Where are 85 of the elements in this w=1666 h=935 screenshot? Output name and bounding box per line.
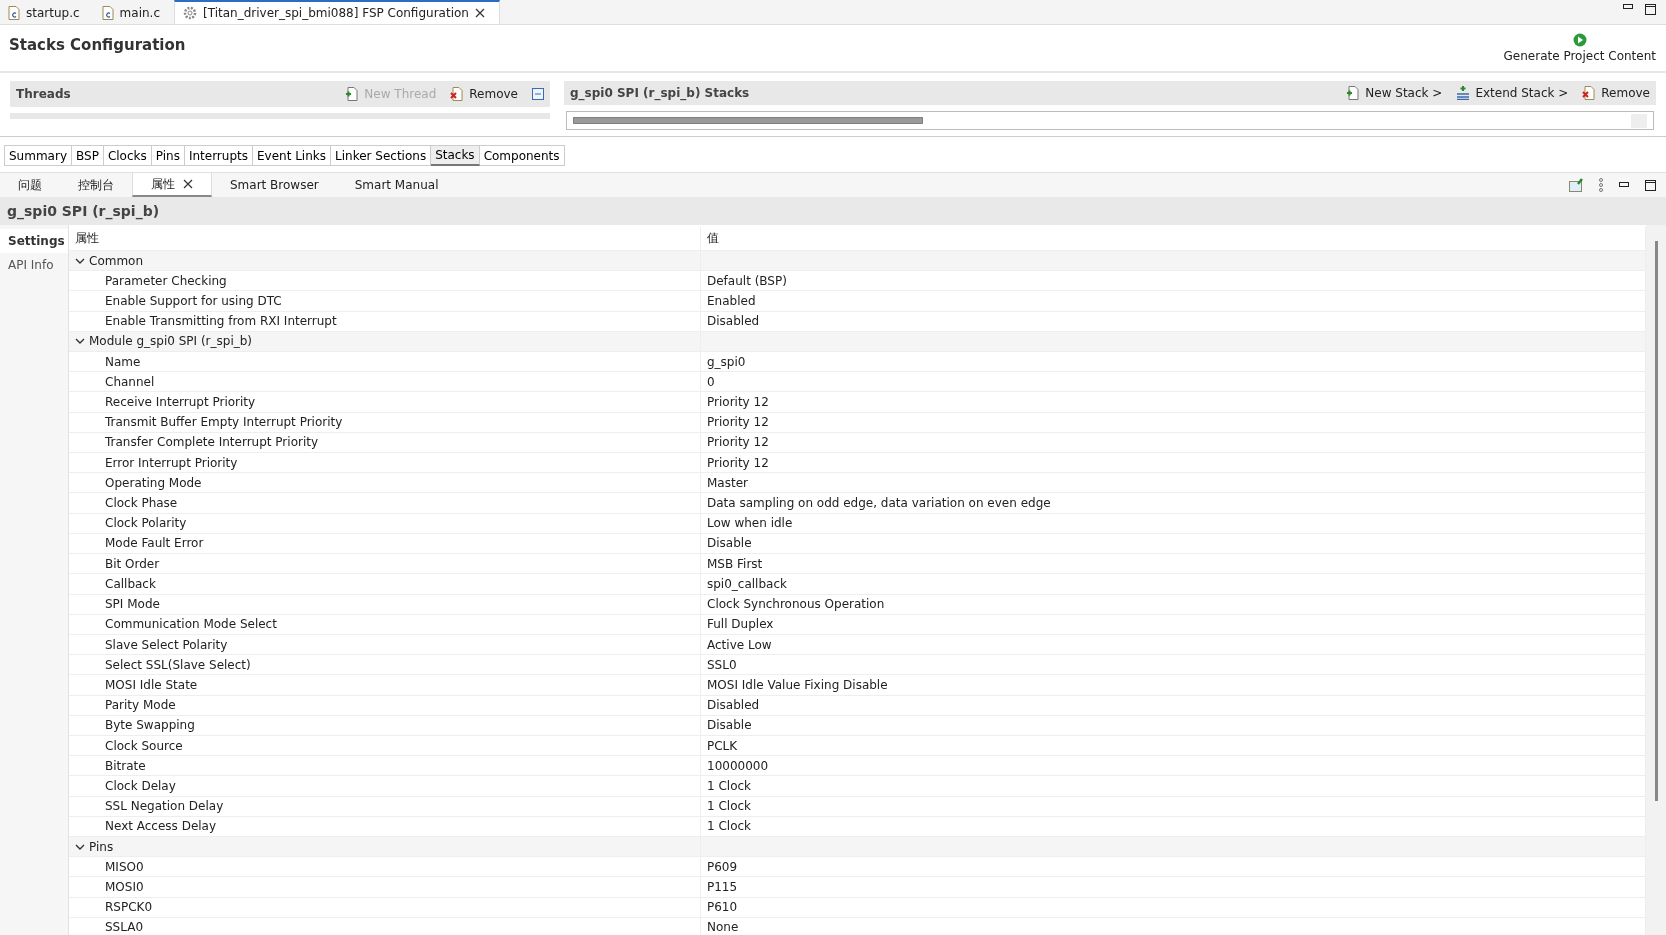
view-tab[interactable]: Smart Manual [336,173,457,197]
side-tab[interactable]: Settings [0,229,68,253]
property-cell: Channel [69,372,701,392]
view-tab[interactable]: 控制台 [60,173,132,197]
view-tab[interactable]: 属性 [132,173,212,197]
scrollbar-icon [1631,113,1647,128]
config-tab[interactable]: Summary [4,145,72,166]
stack-block[interactable] [573,117,923,125]
property-cell: Parameter Checking [69,271,701,291]
property-cell: Mode Fault Error [69,533,701,554]
property-cell: MISO0 [69,857,701,877]
pin-window-icon[interactable] [1569,178,1583,192]
toolbar-button[interactable]: Extend Stack > [1456,86,1569,101]
column-header[interactable]: 属性 [69,227,701,251]
new-document-icon [1346,86,1361,101]
property-cell: Clock Delay [69,776,701,796]
editor-tab[interactable]: main.c [93,0,174,24]
config-tab[interactable]: Clocks [103,145,152,166]
property-cell: MOSI0 [69,877,701,897]
side-tab[interactable]: API Info [0,253,68,277]
property-cell: Parity Mode [69,695,701,715]
property-cell: Name [69,352,701,372]
group-label: Common [89,253,144,268]
config-tab[interactable]: Pins [151,145,185,166]
c-file-icon [8,6,20,20]
group-label: Pins [89,839,114,854]
toolbar-button[interactable]: Remove [450,87,518,101]
editor-tab[interactable]: startup.c [0,0,94,24]
maximize-icon[interactable] [1645,4,1656,15]
property-cell: SSL Negation Delay [69,796,701,816]
property-cell: Slave Select Polarity [69,634,701,655]
config-tab[interactable]: Stacks [431,145,480,166]
toolbar-button[interactable]: New Stack > [1346,86,1443,101]
group-label: Module g_spi0 SPI (r_spi_b) [89,334,253,349]
config-tab[interactable]: Linker Sections [331,145,432,166]
property-cell: Communication Mode Select [69,614,701,634]
maximize-icon[interactable] [1645,179,1656,191]
minimize-icon[interactable] [1623,4,1633,10]
properties-title: g_spi0 SPI (r_spi_b) [0,197,1666,225]
property-cell: Transmit Buffer Empty Interrupt Priority [69,412,701,432]
view-tab[interactable]: Smart Browser [212,173,337,197]
remove-document-icon [1582,86,1597,101]
config-tab[interactable]: BSP [72,145,104,166]
property-cell: Bitrate [69,756,701,776]
property-cell: Byte Swapping [69,715,701,735]
collapse-icon[interactable] [532,88,544,100]
panel-title: Threads [16,87,71,101]
stack-layers-icon [1456,86,1471,101]
property-cell: Receive Interrupt Priority [69,392,701,412]
play-icon [1572,33,1587,47]
property-cell: MOSI Idle State [69,675,701,695]
view-tab[interactable]: 问题 [0,173,60,197]
property-cell: SPI Mode [69,594,701,614]
config-tab[interactable]: Components [479,145,565,166]
scrollbar-thumb[interactable] [1654,241,1658,801]
panel-title: g_spi0 SPI (r_spi_b) Stacks [570,86,750,101]
generate-project-content-button[interactable]: Generate Project Content [1503,33,1656,67]
property-cell: Operating Mode [69,473,701,493]
close-icon[interactable] [183,179,193,189]
editor-tab[interactable]: [Titan_driver_spi_bmi088] FSP Configuration [174,0,500,24]
new-document-icon [345,87,360,101]
property-cell: Transfer Complete Interrupt Priority [69,432,701,453]
property-cell: Callback [69,574,701,594]
close-icon[interactable] [474,8,485,18]
property-cell: Next Access Delay [69,816,701,836]
page-title: Stacks Configuration [9,36,186,56]
toolbar-button[interactable]: Remove [1582,86,1650,101]
property-cell: Error Interrupt Priority [69,453,701,473]
property-cell: Clock Polarity [69,513,701,533]
stacks-canvas[interactable] [566,111,1654,130]
config-tab[interactable]: Event Links [253,145,331,166]
property-cell: Bit Order [69,554,701,574]
config-tab[interactable]: Interrupts [184,145,253,166]
property-cell: Enable Transmitting from RXI Interrupt [69,311,701,331]
property-cell: Clock Source [69,735,701,756]
property-cell: Clock Phase [69,493,701,513]
minimize-icon[interactable] [1619,182,1629,188]
property-cell: SSLA0 [69,917,701,935]
c-file-icon [101,6,114,20]
property-cell: RSPCK0 [69,897,701,917]
gear-icon [183,6,197,20]
remove-document-icon [450,87,465,101]
property-cell: Select SSL(Slave Select) [69,655,701,675]
property-cell: Enable Support for using DTC [69,291,701,311]
more-options-icon[interactable] [1599,178,1603,192]
